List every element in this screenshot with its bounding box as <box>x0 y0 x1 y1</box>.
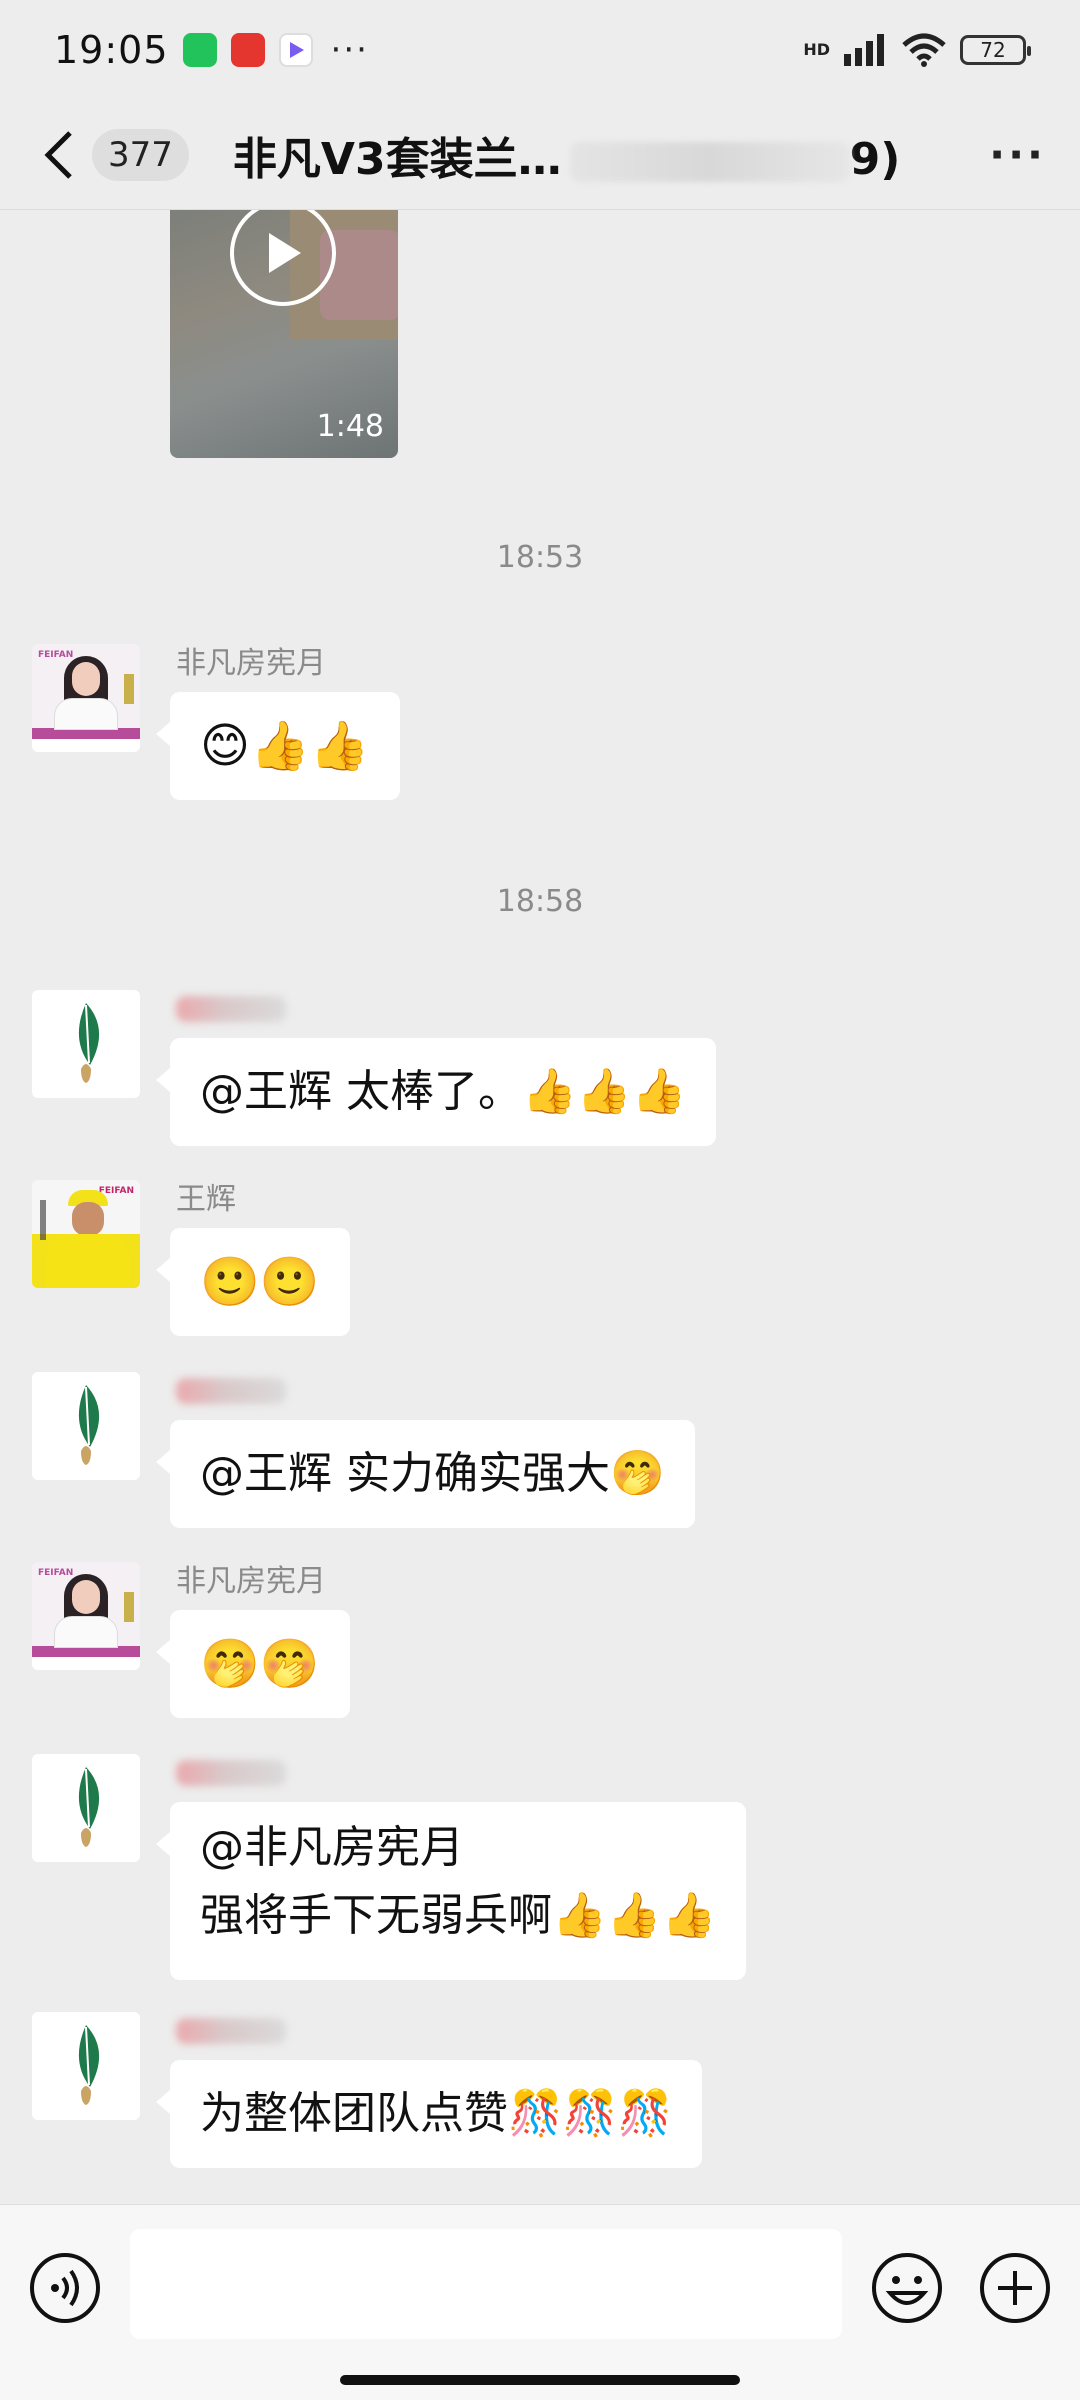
leaf-logo-icon <box>78 1385 100 1465</box>
chat-header: 377 非凡V3套装兰… 9) ··· <box>0 100 1080 210</box>
chat-title-tail: 9) <box>849 133 901 185</box>
plus-icon[interactable] <box>978 2251 1052 2325</box>
more-options-button[interactable]: ··· <box>989 130 1046 179</box>
status-time: 19:05 <box>54 28 169 72</box>
input-bar <box>0 2204 1080 2400</box>
message-list[interactable]: 1:48 18:53 FEIFAN 非凡房宪月 😊👍👍 18:58 @王辉 太棒… <box>0 210 1080 2210</box>
avatar[interactable] <box>32 1754 140 1862</box>
message-text: @王辉 实力确实强大🤭 <box>200 1448 665 1499</box>
avatar[interactable] <box>32 2012 140 2120</box>
timestamp: 18:58 <box>496 884 584 919</box>
message-bubble[interactable]: 🤭🤭 <box>156 1610 350 1718</box>
leaf-logo-icon <box>78 1003 100 1083</box>
avatar[interactable] <box>32 990 140 1098</box>
sender-name: 王辉 <box>176 1182 236 1217</box>
phone-app-icon <box>182 33 217 67</box>
message-text-line-1: @非凡房宪月 <box>200 1822 464 1873</box>
message-text: 为整体团队点赞🎊🎊🎊 <box>200 2088 673 2139</box>
sender-name: 非凡房宪月 <box>176 646 326 681</box>
emoji-icon[interactable] <box>870 2251 944 2325</box>
battery-indicator: 72 <box>960 35 1031 65</box>
avatar[interactable]: FEIFAN <box>32 1180 140 1288</box>
message-bubble[interactable]: 为整体团队点赞🎊🎊🎊 <box>155 2060 703 2168</box>
video-message[interactable]: 1:48 <box>170 210 398 458</box>
message-text-line-2: 强将手下无弱兵啊👍👍👍 <box>200 1890 717 1941</box>
avatar[interactable]: FEIFAN <box>32 644 140 752</box>
avatar[interactable]: FEIFAN <box>32 1562 140 1670</box>
voice-input-icon[interactable] <box>28 2251 102 2325</box>
chat-title[interactable]: 非凡V3套装兰… 9) <box>233 123 900 187</box>
play-app-icon <box>278 33 313 67</box>
hd-label: HD <box>803 40 830 59</box>
leaf-logo-icon <box>78 1767 100 1847</box>
message-input[interactable] <box>130 2229 842 2339</box>
message-bubble[interactable]: @非凡房宪月 强将手下无弱兵啊👍👍👍 <box>155 1802 747 1980</box>
news-app-icon <box>230 33 265 67</box>
home-indicator[interactable] <box>340 2375 740 2385</box>
chat-title-text: 非凡V3套装兰… <box>232 133 562 185</box>
wifi-icon <box>902 33 946 67</box>
message-bubble[interactable]: 🙂🙂 <box>156 1228 350 1336</box>
message-text: 😊👍👍 <box>200 718 370 774</box>
message-bubble[interactable]: @王辉 实力确实强大🤭 <box>156 1420 695 1528</box>
message-text: 🙂🙂 <box>200 1254 320 1310</box>
timestamp: 18:53 <box>496 540 584 575</box>
video-duration: 1:48 <box>316 409 384 444</box>
message-text: @王辉 太棒了。👍👍👍 <box>200 1066 687 1117</box>
sender-name-redacted <box>176 2018 286 2044</box>
message-bubble[interactable]: 😊👍👍 <box>156 692 400 800</box>
status-bar: 19:05 ··· HD 72 <box>0 0 1080 100</box>
status-indicators: HD 72 <box>803 33 1031 67</box>
leaf-logo-icon <box>78 2025 100 2105</box>
back-button[interactable] <box>34 125 84 185</box>
unread-count-badge[interactable]: 377 <box>92 128 189 181</box>
message-text: 🤭🤭 <box>200 1636 320 1692</box>
status-more-icon: ··· <box>330 30 369 70</box>
sender-name-redacted <box>176 996 286 1022</box>
sender-name-redacted <box>176 1760 286 1786</box>
chevron-left-icon <box>44 130 72 179</box>
sender-name: 非凡房宪月 <box>176 1564 326 1599</box>
signal-icon <box>844 34 884 66</box>
message-bubble[interactable]: @王辉 太棒了。👍👍👍 <box>155 1038 717 1146</box>
avatar[interactable] <box>32 1372 140 1480</box>
title-redacted <box>569 141 850 182</box>
sender-name-redacted <box>176 1378 286 1404</box>
